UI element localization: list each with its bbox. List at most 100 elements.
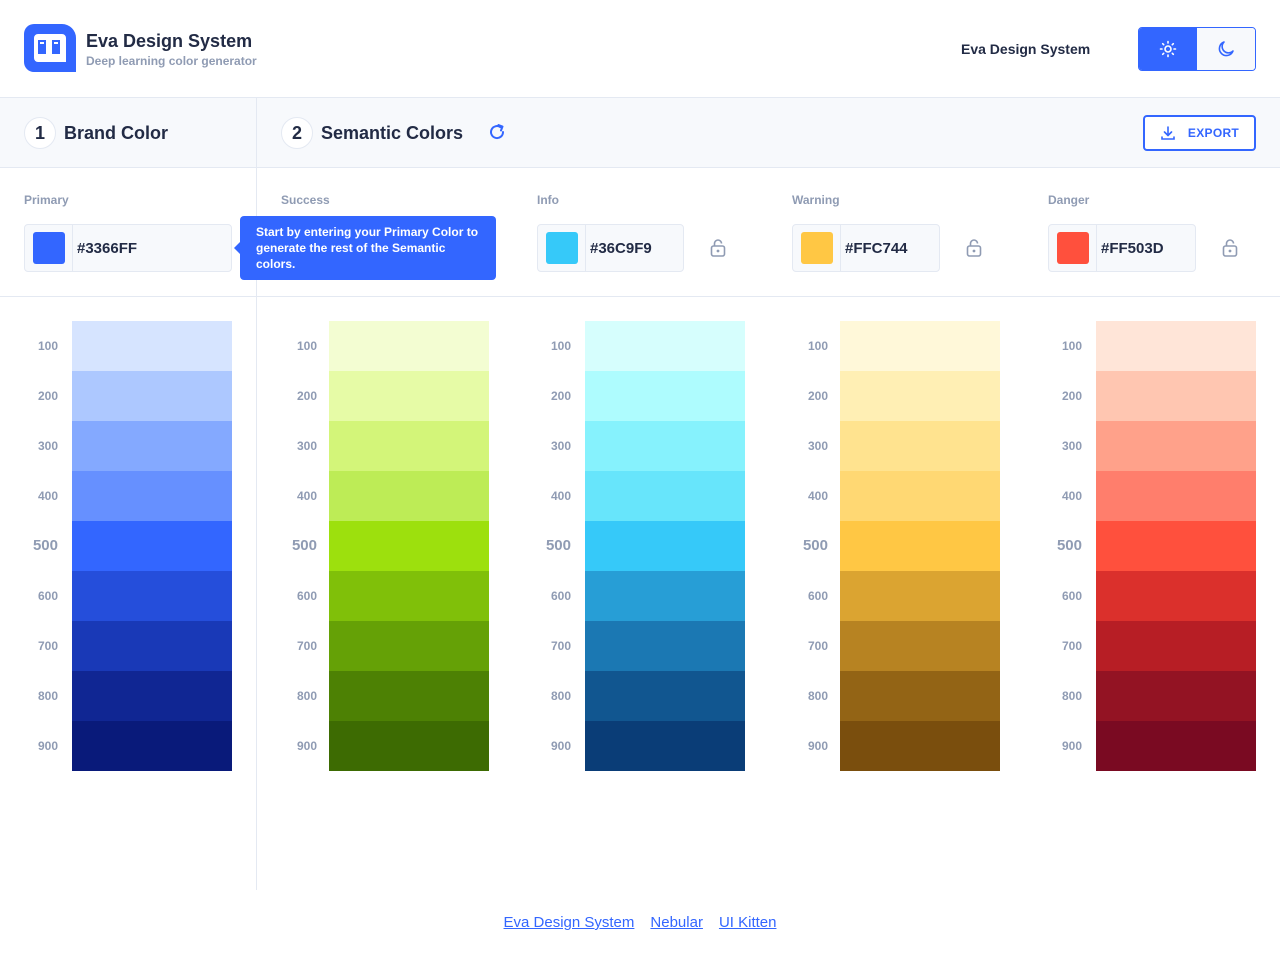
primary-palette bbox=[72, 321, 232, 771]
success-shade-500[interactable] bbox=[329, 521, 489, 571]
primary-color-field[interactable]: #3366FF bbox=[24, 224, 232, 272]
info-shade-label: 900 bbox=[550, 739, 571, 753]
warning-shade-label: 600 bbox=[807, 589, 828, 603]
primary-shade-700[interactable] bbox=[72, 621, 232, 671]
primary-shade-label: 700 bbox=[37, 639, 58, 653]
warning-color-field[interactable]: #FFC744 bbox=[792, 224, 940, 272]
danger-shade-label: 500 bbox=[1056, 537, 1082, 554]
primary-swatch-picker[interactable] bbox=[25, 225, 73, 271]
warning-shade-600[interactable] bbox=[840, 571, 1000, 621]
primary-shade-300[interactable] bbox=[72, 421, 232, 471]
info-hex-input[interactable]: #36C9F9 bbox=[590, 240, 652, 257]
export-label: EXPORT bbox=[1187, 126, 1240, 140]
success-shade-300[interactable] bbox=[329, 421, 489, 471]
primary-shade-800[interactable] bbox=[72, 671, 232, 721]
success-shade-900[interactable] bbox=[329, 721, 489, 771]
primary-shade-900[interactable] bbox=[72, 721, 232, 771]
info-swatch-picker[interactable] bbox=[538, 225, 586, 271]
danger-shade-700[interactable] bbox=[1096, 621, 1256, 671]
danger-shade-label: 100 bbox=[1061, 339, 1082, 353]
danger-shade-900[interactable] bbox=[1096, 721, 1256, 771]
warning-lock-icon[interactable] bbox=[965, 238, 983, 258]
danger-shade-800[interactable] bbox=[1096, 671, 1256, 721]
info-lock-icon[interactable] bbox=[709, 238, 727, 258]
export-button[interactable]: EXPORT bbox=[1143, 115, 1256, 151]
danger-color-field[interactable]: #FF503D bbox=[1048, 224, 1196, 272]
info-shade-200[interactable] bbox=[585, 371, 745, 421]
success-shade-600[interactable] bbox=[329, 571, 489, 621]
light-theme-button[interactable] bbox=[1139, 28, 1197, 70]
primary-shade-label: 600 bbox=[37, 589, 58, 603]
brand-section-title: Brand Color bbox=[64, 123, 169, 143]
info-shade-label: 600 bbox=[550, 589, 571, 603]
warning-shade-label: 900 bbox=[807, 739, 828, 753]
theme-toggle bbox=[1138, 27, 1256, 71]
eva-logo-icon[interactable] bbox=[24, 24, 76, 72]
primary-shade-500[interactable] bbox=[72, 521, 232, 571]
primary-shade-200[interactable] bbox=[72, 371, 232, 421]
info-shade-label: 400 bbox=[550, 489, 571, 503]
info-shade-300[interactable] bbox=[585, 421, 745, 471]
danger-shade-200[interactable] bbox=[1096, 371, 1256, 421]
warning-shade-300[interactable] bbox=[840, 421, 1000, 471]
danger-shade-label: 800 bbox=[1061, 689, 1082, 703]
danger-lock-icon[interactable] bbox=[1221, 238, 1239, 258]
info-shade-400[interactable] bbox=[585, 471, 745, 521]
info-shade-label: 200 bbox=[550, 389, 571, 403]
primary-shade-label: 900 bbox=[37, 739, 58, 753]
primary-hex-input[interactable]: #3366FF bbox=[77, 240, 137, 257]
success-shade-200[interactable] bbox=[329, 371, 489, 421]
info-shade-600[interactable] bbox=[585, 571, 745, 621]
info-shade-700[interactable] bbox=[585, 621, 745, 671]
color-inputs-row: Primary #3366FF Success Info #36C9F9 War… bbox=[0, 168, 1280, 297]
info-shade-100[interactable] bbox=[585, 321, 745, 371]
primary-shade-600[interactable] bbox=[72, 571, 232, 621]
primary-shade-400[interactable] bbox=[72, 471, 232, 521]
warning-shade-900[interactable] bbox=[840, 721, 1000, 771]
success-label: Success bbox=[281, 193, 330, 207]
info-color-field[interactable]: #36C9F9 bbox=[537, 224, 684, 272]
danger-palette bbox=[1096, 321, 1256, 771]
warning-shade-200[interactable] bbox=[840, 371, 1000, 421]
danger-shade-600[interactable] bbox=[1096, 571, 1256, 621]
moon-icon bbox=[1218, 41, 1234, 57]
info-shade-900[interactable] bbox=[585, 721, 745, 771]
success-shade-400[interactable] bbox=[329, 471, 489, 521]
primary-swatch bbox=[32, 232, 65, 264]
warning-shade-500[interactable] bbox=[840, 521, 1000, 571]
warning-shade-800[interactable] bbox=[840, 671, 1000, 721]
danger-hex-input[interactable]: #FF503D bbox=[1101, 240, 1164, 257]
info-shade-500[interactable] bbox=[585, 521, 745, 571]
danger-shade-label: 400 bbox=[1061, 489, 1082, 503]
success-shade-100[interactable] bbox=[329, 321, 489, 371]
warning-shade-label: 300 bbox=[807, 439, 828, 453]
footer-link-nebular[interactable]: Nebular bbox=[650, 914, 703, 931]
footer-link-ui-kitten[interactable]: UI Kitten bbox=[719, 914, 777, 931]
primary-shade-100[interactable] bbox=[72, 321, 232, 371]
success-shade-800[interactable] bbox=[329, 671, 489, 721]
footer-link-eva[interactable]: Eva Design System bbox=[504, 914, 635, 931]
danger-swatch-picker[interactable] bbox=[1049, 225, 1097, 271]
warning-shade-100[interactable] bbox=[840, 321, 1000, 371]
download-icon bbox=[1161, 126, 1175, 140]
success-shade-label: 500 bbox=[291, 537, 317, 554]
warning-hex-input[interactable]: #FFC744 bbox=[845, 240, 908, 257]
danger-shade-300[interactable] bbox=[1096, 421, 1256, 471]
danger-shade-400[interactable] bbox=[1096, 471, 1256, 521]
success-palette bbox=[329, 321, 489, 771]
info-shade-800[interactable] bbox=[585, 671, 745, 721]
success-shade-label: 600 bbox=[296, 589, 317, 603]
warning-shade-400[interactable] bbox=[840, 471, 1000, 521]
success-shade-700[interactable] bbox=[329, 621, 489, 671]
refresh-icon[interactable] bbox=[487, 122, 507, 142]
danger-shade-500[interactable] bbox=[1096, 521, 1256, 571]
success-shade-label: 300 bbox=[296, 439, 317, 453]
dark-theme-button[interactable] bbox=[1197, 28, 1255, 70]
warning-swatch bbox=[800, 232, 833, 264]
warning-shade-700[interactable] bbox=[840, 621, 1000, 671]
warning-swatch-picker[interactable] bbox=[793, 225, 841, 271]
danger-shade-label: 600 bbox=[1061, 589, 1082, 603]
danger-label: Danger bbox=[1048, 193, 1090, 207]
header-nav-link[interactable]: Eva Design System bbox=[961, 41, 1090, 57]
danger-shade-100[interactable] bbox=[1096, 321, 1256, 371]
